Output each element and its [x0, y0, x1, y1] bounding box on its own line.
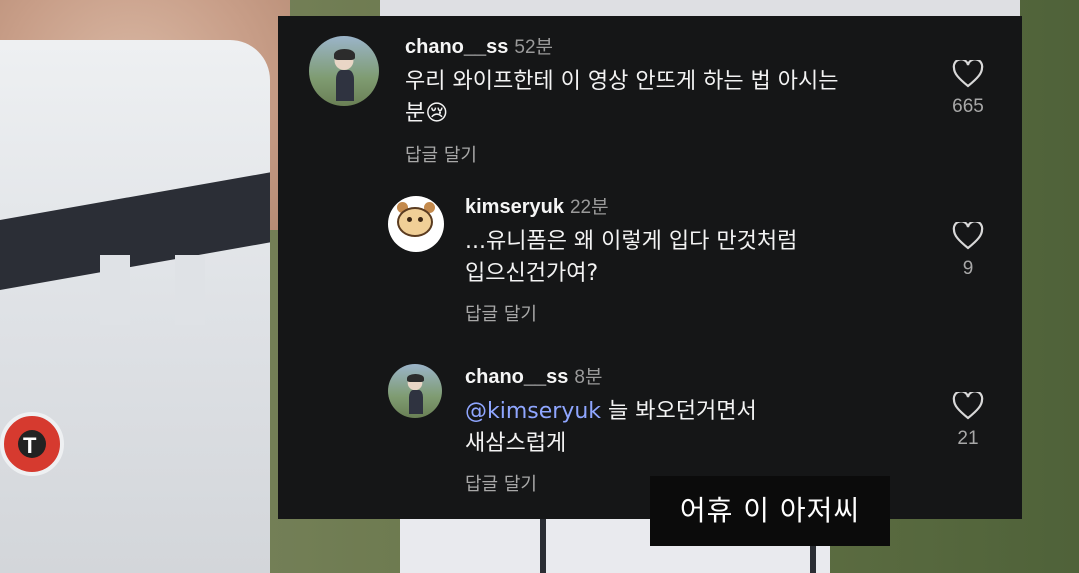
team-logo: T: [0, 412, 64, 476]
timestamp: 8분: [574, 367, 603, 388]
comment-header: chano__ss 52분: [405, 32, 553, 59]
comment-text-line: 분😢: [405, 101, 449, 126]
comment-text-line: 새삼스럽게: [465, 431, 567, 456]
comment: chano__ss 52분 우리 와이프한테 이 영상 안뜨게 하는 법 아시는 …: [278, 16, 1022, 176]
comment-text: ...유니폼은 왜 이렇게 입다 만것처럼 입으신건가여?: [465, 226, 797, 290]
comment-text-line: 입으신건가여?: [465, 261, 599, 286]
avatar[interactable]: [309, 36, 379, 106]
video-subtitle: 어휴 이 아저씨: [650, 476, 890, 546]
comment-text-line: 우리 와이프한테 이 영상 안뜨게 하는 법 아시는: [405, 69, 839, 94]
username[interactable]: chano__ss: [465, 366, 568, 388]
like-group: 665: [938, 60, 998, 118]
reply-button[interactable]: 답글 달기: [405, 141, 477, 167]
heart-icon[interactable]: [952, 222, 984, 250]
comment: kimseryuk 22분 ...유니폼은 왜 이렇게 입다 만것처럼 입으신건가…: [278, 186, 1022, 336]
avatar[interactable]: [388, 364, 442, 418]
comment-text-line: ...유니폼은 왜 이렇게 입다 만것처럼: [465, 229, 798, 254]
reply-button[interactable]: 답글 달기: [465, 300, 537, 326]
timestamp: 52분: [514, 37, 554, 58]
like-group: 9: [938, 222, 998, 280]
like-count: 21: [957, 428, 979, 449]
comment-header: kimseryuk 22분: [465, 192, 609, 219]
comment-text-line: @kimseryuk 늘 봐오던거면서: [465, 399, 757, 424]
timestamp: 22분: [569, 197, 609, 218]
username[interactable]: kimseryuk: [465, 196, 564, 218]
heart-icon[interactable]: [952, 392, 984, 420]
comment-text: 우리 와이프한테 이 영상 안뜨게 하는 법 아시는 분😢: [405, 66, 839, 130]
comment-text: @kimseryuk 늘 봐오던거면서 새삼스럽게: [465, 396, 757, 460]
comment-header: chano__ss 8분: [465, 362, 602, 389]
avatar[interactable]: [388, 196, 444, 252]
like-count: 9: [962, 258, 974, 279]
bear-face-icon: [397, 207, 433, 237]
like-count: 665: [952, 96, 984, 117]
username[interactable]: chano__ss: [405, 36, 508, 58]
mention-link[interactable]: @kimseryuk: [465, 399, 601, 424]
reply-button[interactable]: 답글 달기: [465, 470, 537, 496]
like-group: 21: [938, 392, 998, 450]
heart-icon[interactable]: [952, 60, 984, 88]
comments-panel: chano__ss 52분 우리 와이프한테 이 영상 안뜨게 하는 법 아시는 …: [278, 16, 1022, 519]
